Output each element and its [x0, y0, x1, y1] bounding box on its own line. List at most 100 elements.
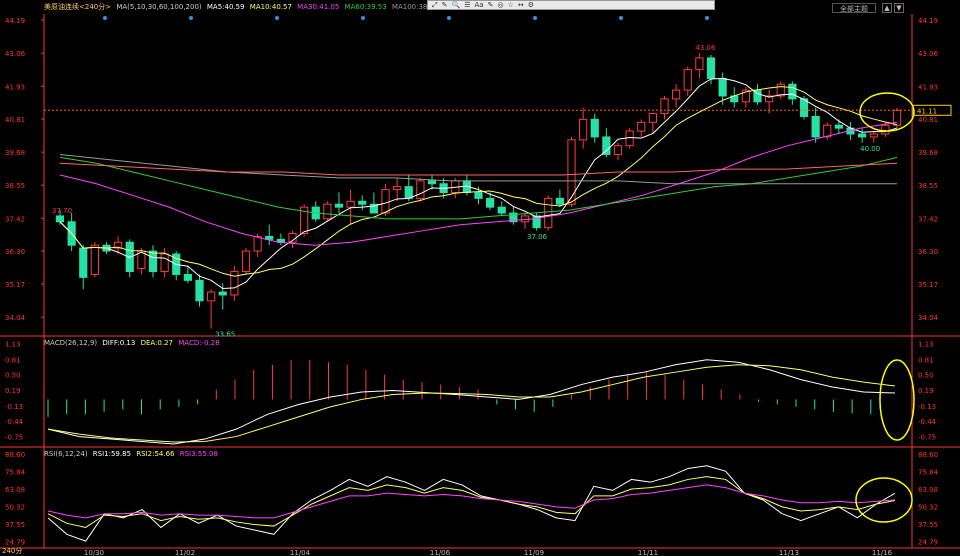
macd-dea: DEA:0.27 [140, 339, 173, 347]
date-label: 11/09 [524, 549, 544, 556]
right-low-annotation: 40.00 [860, 145, 880, 153]
macd-tick-right: 0.50 [918, 372, 934, 380]
macd-tick-left: 0.81 [5, 356, 21, 364]
candle-body [474, 192, 483, 199]
low-annotation: 33.65 [215, 331, 235, 339]
candle-body [881, 124, 890, 135]
toolbar-item[interactable]: ✎ [442, 1, 448, 9]
ma200-line [59, 162, 898, 176]
candle-body [79, 247, 88, 278]
date-label: 10/30 [84, 549, 104, 556]
pane-marker-dot [189, 16, 193, 20]
ma-params: MA(5,10,30,60,100,200) [116, 3, 202, 11]
macd-tick-right: -0.75 [918, 434, 936, 442]
pane-marker-dot [361, 16, 365, 20]
macd-diff: DIFF:0.13 [102, 339, 136, 347]
macd-value: MACD:-0.28 [178, 339, 220, 347]
candle-body [579, 118, 588, 141]
date-label: 11/13 [779, 549, 799, 556]
candle-body [404, 186, 413, 199]
candle-body [695, 57, 704, 71]
toolbar-item[interactable]: ⚙ [528, 1, 534, 9]
candle-body [125, 241, 134, 273]
candle-body [323, 203, 332, 220]
rsi2-line [47, 476, 896, 528]
symbol-label: 美原油连续<240分> [44, 3, 112, 11]
ma30-value: MA30:41.05 [297, 3, 340, 11]
main-legend: 美原油连续<240分> MA(5,10,30,60,100,200) MA5:4… [44, 3, 442, 12]
pane-marker-dot [705, 16, 709, 20]
candle-body [613, 145, 623, 155]
ma10-value: MA10:40.57 [249, 3, 292, 11]
price-tick-right: 38.55 [918, 182, 938, 190]
candle-body [90, 244, 99, 275]
rsi3-value: RSI3:55.08 [179, 450, 218, 458]
candle-body [334, 203, 344, 208]
stock-chart[interactable]: 44.19 44.19 43.06 43.06 41.93 41.93 40.81 40.81… [0, 0, 960, 556]
pane-marker-dot [533, 16, 537, 20]
toolbar-item[interactable]: ↔ [518, 1, 524, 9]
price-tick-right: 44.19 [918, 17, 938, 25]
rsi1-line [47, 465, 896, 542]
candle-body [497, 206, 506, 214]
candle-body [660, 98, 669, 115]
macd-tick-left: -0.44 [5, 418, 24, 426]
candle-body [230, 271, 239, 296]
pane-marker-dot [447, 16, 451, 20]
scroll-down-button[interactable]: ▼ [894, 3, 904, 13]
macd-tick-right: -0.13 [918, 403, 936, 411]
toolbar-item[interactable]: ◎ [497, 1, 503, 9]
price-tick-right: 37.42 [918, 215, 938, 223]
rsi-tick-right: 24.79 [918, 538, 938, 546]
candle-body [253, 235, 262, 252]
macd-tick-left: -0.75 [5, 434, 23, 442]
rsi-tick-left: 50.32 [5, 503, 25, 511]
toolbar-item[interactable]: ⤢ [432, 1, 438, 9]
price-tick-left: 36.30 [5, 248, 25, 256]
candle-body [346, 200, 355, 208]
rsi2-value: RSI2:54.66 [136, 450, 175, 458]
scroll-up-button[interactable]: ▲ [882, 3, 892, 13]
candle-body [393, 186, 402, 191]
date-label: 11/16 [872, 549, 893, 556]
price-tick-right: 35.17 [918, 281, 938, 289]
price-tick-right: 34.04 [918, 314, 939, 322]
macd-legend: MACD(26,12,9) DIFF:0.13 DEA:0.27 MACD:-0… [44, 339, 223, 348]
candle-body [183, 273, 192, 281]
macd-tick-right: 1.13 [918, 340, 934, 348]
date-label: 11/02 [175, 549, 195, 556]
macd-tick-right: -0.44 [918, 418, 937, 426]
toolbar-item[interactable]: ☆ [508, 1, 514, 9]
price-tick-left: 44.19 [5, 17, 25, 25]
price-tick-right: 43.06 [918, 50, 939, 58]
macd-tick-left: -0.13 [5, 403, 23, 411]
toolbar-item[interactable]: Aa [474, 1, 483, 9]
candle-body [55, 215, 65, 223]
ma5-value: MA5:40.59 [206, 3, 245, 11]
rsi-tick-right: 75.84 [918, 468, 939, 476]
candle-body [381, 189, 390, 214]
rsi-tick-left: 88.60 [5, 451, 25, 459]
macd-tick-right: 0.81 [918, 356, 934, 364]
rsi-params: RSI(6,12,24) [44, 450, 88, 458]
candle-body [718, 77, 727, 97]
date-label: 11/11 [638, 549, 658, 556]
toolbar-item[interactable]: ☰ [464, 1, 470, 9]
date-label: 11/04 [290, 549, 311, 556]
pane-marker-dot [275, 16, 279, 20]
date-label: 11/06 [430, 549, 451, 556]
candle-body [207, 291, 216, 302]
price-tick-right: 36.30 [918, 248, 938, 256]
toolbar-item[interactable]: ✎ [488, 1, 494, 9]
candle-body [834, 124, 843, 129]
candle-body [637, 121, 646, 132]
theme-button[interactable]: 全部主题 [832, 3, 876, 13]
rsi1-value: RSI1:59.85 [92, 450, 132, 458]
candle-body [869, 133, 878, 138]
candle-body [160, 253, 169, 273]
candle-body [555, 197, 564, 205]
candle-body [148, 250, 158, 273]
macd-highlight-circle [879, 359, 915, 441]
pane-marker-dot [103, 16, 107, 20]
toolbar-item[interactable]: 🔍 [451, 1, 460, 9]
